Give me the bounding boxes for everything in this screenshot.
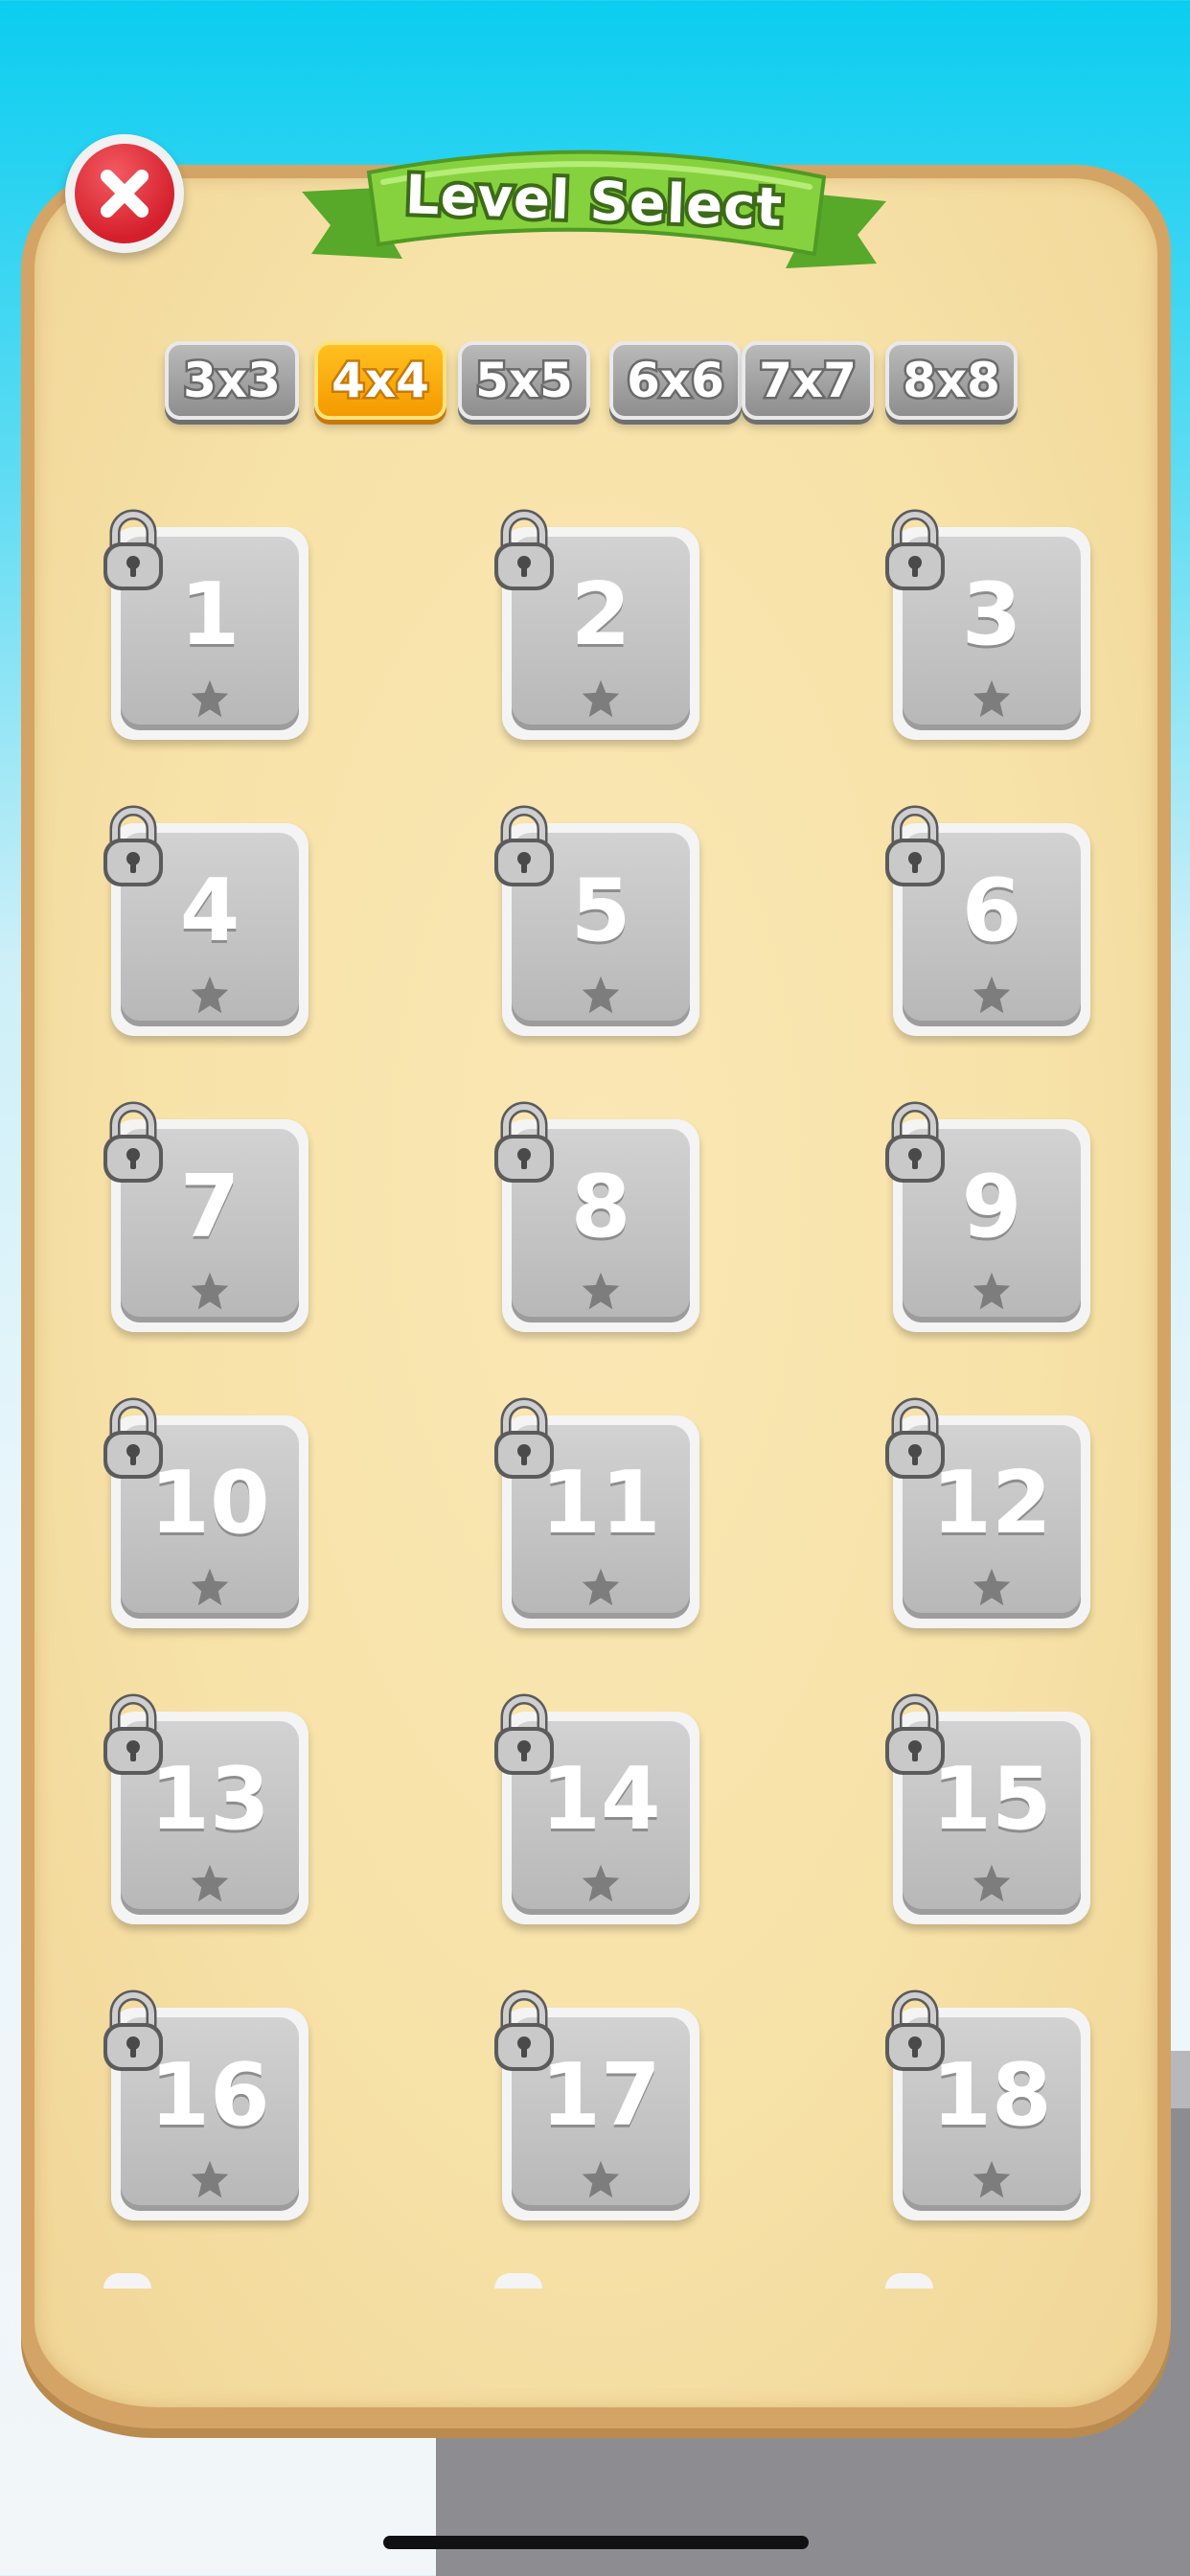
lock-icon bbox=[885, 1693, 945, 1775]
lock-icon bbox=[885, 1397, 945, 1479]
level-grid: 1 2 3 4 5 6 7 8 9 10 11 12 13 14 15 16 1… bbox=[0, 0, 1190, 2300]
lock-icon bbox=[885, 1101, 945, 1183]
lock-icon bbox=[885, 805, 945, 886]
star-icon bbox=[582, 1272, 620, 1310]
star-icon bbox=[191, 679, 229, 718]
star-icon bbox=[582, 1864, 620, 1902]
level-tile[interactable]: 11 bbox=[494, 1397, 699, 1628]
lock-icon bbox=[494, 1693, 554, 1775]
level-tile[interactable]: 16 bbox=[103, 1990, 309, 2220]
star-icon bbox=[582, 2160, 620, 2198]
level-tile[interactable]: 1 bbox=[103, 509, 309, 740]
level-tile[interactable]: 13 bbox=[103, 1693, 309, 1924]
close-icon bbox=[75, 144, 174, 243]
star-icon bbox=[973, 1864, 1011, 1902]
title-ribbon: Level Select bbox=[292, 134, 896, 278]
level-tile[interactable]: 9 bbox=[885, 1101, 1090, 1332]
lock-icon bbox=[103, 1693, 163, 1775]
close-button[interactable] bbox=[65, 134, 184, 253]
star-icon bbox=[191, 2160, 229, 2198]
level-tile[interactable]: 6 bbox=[885, 805, 1090, 1036]
level-tile[interactable]: 18 bbox=[885, 1990, 1090, 2220]
level-tile[interactable]: 8 bbox=[494, 1101, 699, 1332]
star-icon bbox=[973, 1272, 1011, 1310]
lock-icon bbox=[494, 1397, 554, 1479]
level-tile[interactable]: 14 bbox=[494, 1693, 699, 1924]
level-tile[interactable]: 4 bbox=[103, 805, 309, 1036]
level-tile[interactable]: 2 bbox=[494, 509, 699, 740]
level-tile[interactable]: 15 bbox=[885, 1693, 1090, 1924]
home-indicator[interactable] bbox=[383, 2536, 809, 2549]
level-tile[interactable]: 7 bbox=[103, 1101, 309, 1332]
star-icon bbox=[973, 1568, 1011, 1606]
star-icon bbox=[973, 976, 1011, 1014]
star-icon bbox=[191, 976, 229, 1014]
star-icon bbox=[191, 1272, 229, 1310]
star-icon bbox=[582, 976, 620, 1014]
level-tile[interactable]: 12 bbox=[885, 1397, 1090, 1628]
lock-icon bbox=[103, 805, 163, 886]
lock-icon bbox=[103, 1397, 163, 1479]
star-icon bbox=[191, 1568, 229, 1606]
lock-icon bbox=[494, 1990, 554, 2071]
lock-icon bbox=[494, 805, 554, 886]
lock-icon bbox=[885, 509, 945, 590]
level-tile[interactable]: 17 bbox=[494, 1990, 699, 2220]
level-tile[interactable]: 10 bbox=[103, 1397, 309, 1628]
star-icon bbox=[191, 1864, 229, 1902]
lock-icon bbox=[494, 1101, 554, 1183]
star-icon bbox=[582, 1568, 620, 1606]
lock-icon bbox=[103, 1101, 163, 1183]
lock-icon bbox=[885, 2273, 933, 2288]
star-icon bbox=[582, 679, 620, 718]
lock-icon bbox=[103, 509, 163, 590]
level-tile[interactable]: 5 bbox=[494, 805, 699, 1036]
lock-icon bbox=[494, 509, 554, 590]
lock-icon bbox=[494, 2273, 542, 2288]
lock-icon bbox=[885, 1990, 945, 2071]
lock-icon bbox=[103, 2273, 151, 2288]
lock-icon bbox=[103, 1990, 163, 2071]
star-icon bbox=[973, 2160, 1011, 2198]
star-icon bbox=[973, 679, 1011, 718]
level-tile[interactable]: 3 bbox=[885, 509, 1090, 740]
